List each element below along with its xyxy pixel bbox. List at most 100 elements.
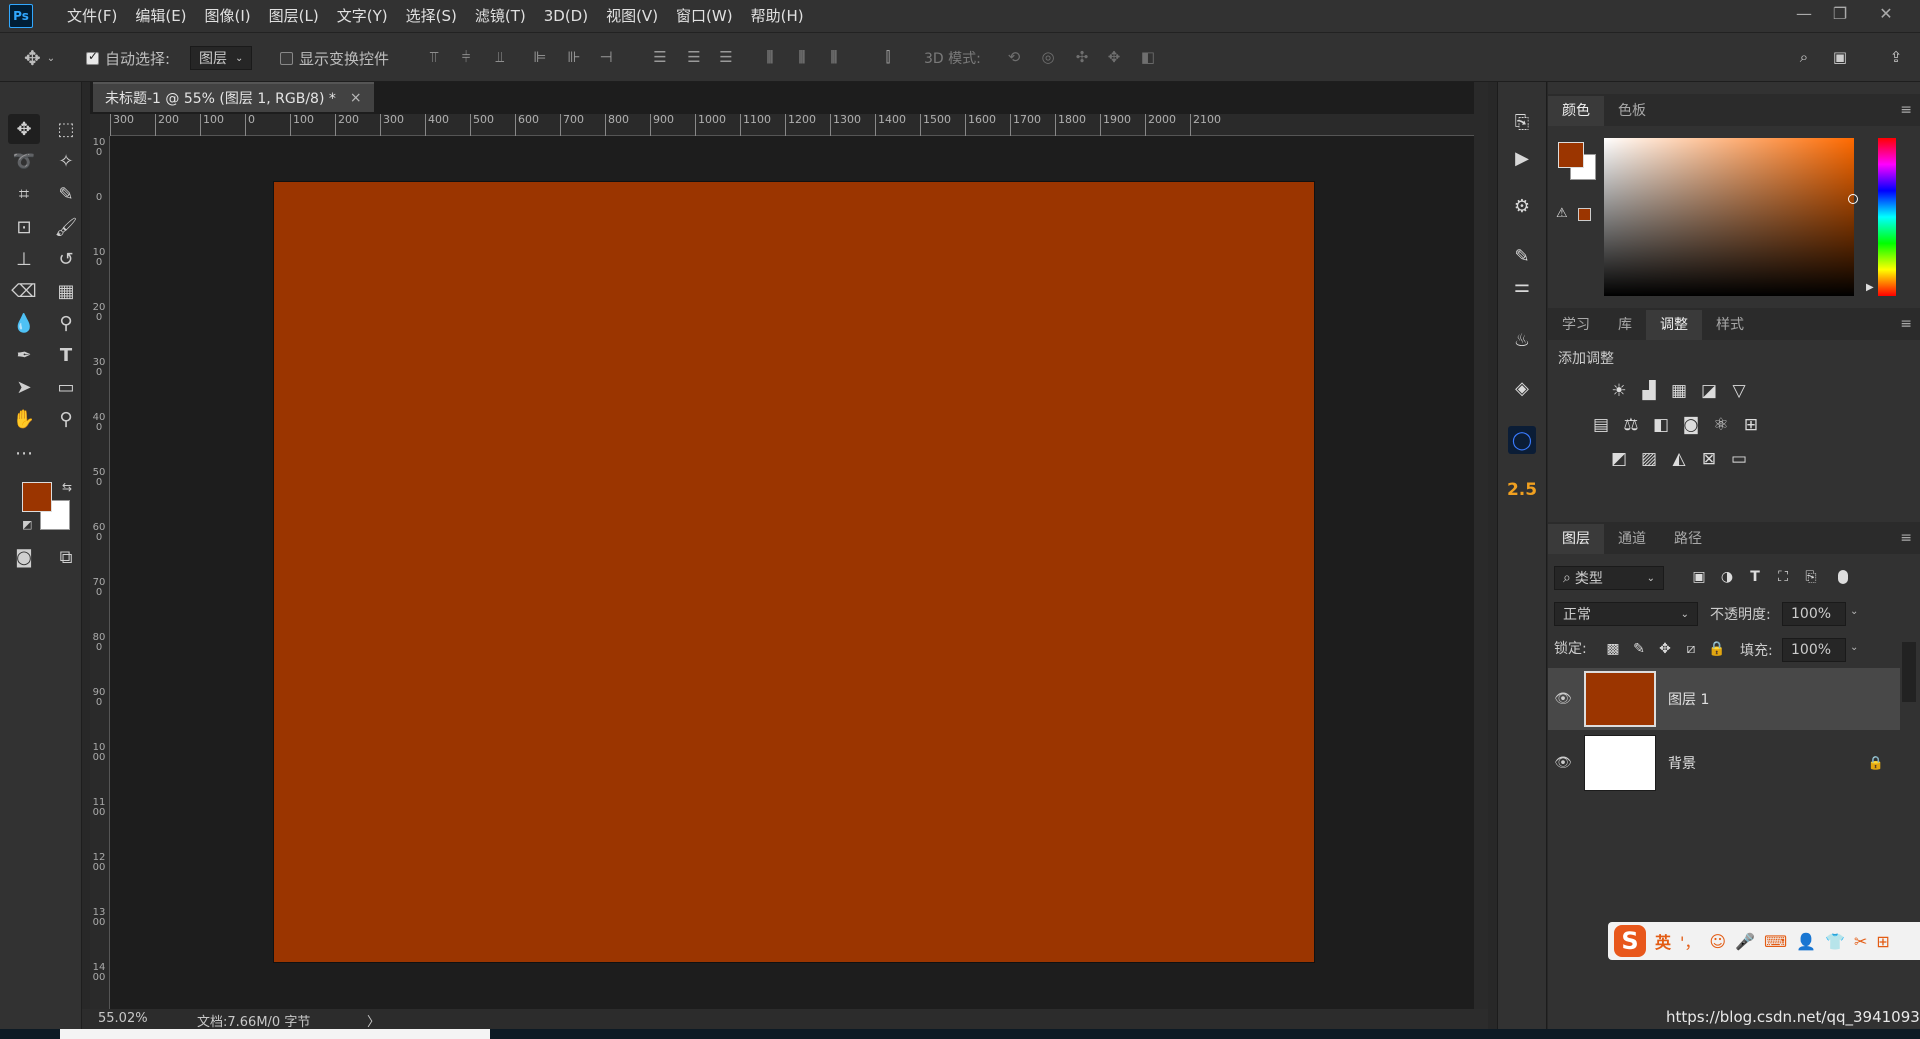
quick-mask-icon[interactable]: ◙ [8, 542, 40, 572]
chevron-down-icon[interactable]: ⌄ [1850, 642, 1858, 653]
hue-slider-handle-icon[interactable]: ▶ [1866, 282, 1874, 293]
default-colors-icon[interactable]: ◩ [22, 518, 32, 531]
posterize-icon[interactable]: ▨ [1638, 448, 1660, 470]
hue-slider[interactable] [1878, 138, 1896, 296]
menu-layer[interactable]: 图层(L) [260, 0, 328, 32]
brush-settings-icon[interactable]: ✎ [1508, 242, 1536, 270]
tab-libraries[interactable]: 库 [1604, 310, 1646, 340]
align-vcenter-icon[interactable]: ⫩ [456, 47, 476, 67]
zoom-level[interactable]: 55.02% [98, 1011, 148, 1026]
menu-window[interactable]: 窗口(W) [667, 0, 742, 32]
eraser-tool-icon[interactable]: ⌫ [8, 276, 40, 306]
hand-tool-icon[interactable]: ✋ [8, 404, 40, 434]
microphone-icon[interactable]: 🎤 [1735, 932, 1755, 951]
chevron-down-icon[interactable]: ⌄ [1850, 606, 1858, 617]
type-tool-icon[interactable]: T [50, 340, 82, 370]
3d-pan-icon[interactable]: ✣ [1072, 47, 1092, 67]
clone-source-icon[interactable]: ♨ [1508, 326, 1536, 354]
layers-icon[interactable]: ◈ [1508, 374, 1536, 402]
blend-mode-dropdown[interactable]: 正常 ⌄ [1554, 602, 1698, 626]
selective-color-icon[interactable]: ⊠ [1698, 448, 1720, 470]
plugin-version-label[interactable]: 2.5 [1507, 476, 1537, 504]
auto-align-icon[interactable]: ⫿ [878, 47, 898, 67]
emoji-icon[interactable]: ☺ [1709, 932, 1726, 951]
filter-toggle[interactable] [1838, 570, 1848, 584]
panel-menu-icon[interactable]: ≡ [1900, 102, 1912, 118]
grid-icon[interactable]: ⊞ [1876, 932, 1889, 951]
color-picker-field[interactable] [1604, 138, 1854, 296]
path-select-tool-icon[interactable]: ➤ [8, 372, 40, 402]
3d-roll-icon[interactable]: ◎ [1038, 47, 1058, 67]
3d-slide-icon[interactable]: ✥ [1104, 47, 1124, 67]
workspace-icon[interactable]: ▣ [1830, 47, 1850, 67]
layer-filter-dropdown[interactable]: ⌕ 类型 ⌄ [1554, 566, 1664, 590]
vibrance-icon[interactable]: ▽ [1728, 380, 1750, 402]
tab-styles[interactable]: 样式 [1702, 310, 1758, 340]
menu-edit[interactable]: 编辑(E) [126, 0, 195, 32]
menu-image[interactable]: 图像(I) [196, 0, 260, 32]
layer-row-background[interactable]: 👁 背景 🔒 [1548, 732, 1900, 794]
filter-smart-object-icon[interactable]: ⎘ [1800, 566, 1822, 588]
scissors-icon[interactable]: ✂ [1854, 932, 1867, 951]
color-picker-cursor[interactable] [1848, 194, 1858, 204]
swap-colors-icon[interactable]: ⇆ [62, 480, 72, 494]
visibility-eye-icon[interactable]: 👁 [1548, 755, 1578, 771]
lasso-tool-icon[interactable]: ➰ [8, 146, 40, 176]
more-tools-icon[interactable]: ⋯ [8, 438, 40, 468]
sogou-logo[interactable]: S [1614, 925, 1646, 957]
gamut-swatch[interactable] [1578, 208, 1591, 221]
menu-filter[interactable]: 滤镜(T) [466, 0, 535, 32]
menu-help[interactable]: 帮助(H) [742, 0, 813, 32]
color-balance-icon[interactable]: ⚖ [1620, 414, 1642, 436]
distribute-hcenter-icon[interactable]: ⫼ [792, 47, 812, 67]
tab-channels[interactable]: 通道 [1604, 524, 1660, 554]
lock-image-icon[interactable]: ✎ [1628, 638, 1650, 660]
gradient-map-icon[interactable]: ▭ [1728, 448, 1750, 470]
keyboard-icon[interactable]: ⌨ [1764, 932, 1787, 951]
lock-position-icon[interactable]: ✥ [1654, 638, 1676, 660]
black-white-icon[interactable]: ◧ [1650, 414, 1672, 436]
hue-saturation-icon[interactable]: ▤ [1590, 414, 1612, 436]
align-bottom-icon[interactable]: ⫫ [490, 47, 510, 67]
history-icon[interactable]: ⎘ [1508, 108, 1536, 136]
magic-wand-tool-icon[interactable]: ✧ [50, 146, 82, 176]
move-tool-icon[interactable]: ✥ [8, 114, 40, 144]
history-brush-tool-icon[interactable]: ↺ [50, 244, 82, 274]
tab-swatches[interactable]: 色板 [1604, 96, 1660, 126]
menu-select[interactable]: 选择(S) [397, 0, 466, 32]
auto-select-checkbox[interactable] [86, 49, 99, 65]
menu-3d[interactable]: 3D(D) [535, 0, 597, 32]
filter-shape-icon[interactable]: ⛶ [1772, 566, 1794, 588]
vertical-ruler[interactable]: 100 0 100 200 300 400 500 600 700 800 900 1000 1100 1… [90, 136, 110, 1009]
panel-menu-icon[interactable]: ≡ [1900, 316, 1912, 332]
close-window-button[interactable]: ✕ [1868, 0, 1904, 26]
horizontal-ruler[interactable]: 300 200 100 0 100 200 300 400 500 600 700 800 900 100… [110, 114, 1474, 136]
distribute-top-icon[interactable]: ☰ [650, 47, 670, 67]
filter-adjustment-icon[interactable]: ◑ [1716, 566, 1738, 588]
plugin-icon[interactable]: ◯ [1508, 426, 1536, 454]
layer-name[interactable]: 背景 [1668, 753, 1696, 773]
actions-play-icon[interactable]: ▶ [1508, 144, 1536, 172]
lock-all-icon[interactable]: 🔒 [1706, 638, 1728, 660]
layer-row-layer-1[interactable]: 👁 图层 1 [1548, 668, 1900, 730]
search-icon[interactable]: ⌕ [1794, 47, 1814, 67]
menu-type[interactable]: 文字(Y) [328, 0, 397, 32]
minimize-button[interactable]: — [1786, 0, 1822, 26]
opacity-input[interactable]: 100% [1782, 602, 1846, 626]
document-tab[interactable]: 未标题-1 @ 55% (图层 1, RGB/8) * × [93, 82, 374, 112]
color-lookup-icon[interactable]: ⊞ [1740, 414, 1762, 436]
distribute-right-icon[interactable]: ⫼ [824, 47, 844, 67]
zoom-tool-icon[interactable]: ⚲ [50, 404, 82, 434]
crop-tool-icon[interactable]: ⌗ [8, 179, 40, 209]
align-top-icon[interactable]: ⫪ [424, 47, 444, 67]
distribute-vcenter-icon[interactable]: ☰ [684, 47, 704, 67]
fill-input[interactable]: 100% [1782, 638, 1846, 662]
brush-tool-icon[interactable]: 🖌 [50, 212, 82, 242]
tab-learn[interactable]: 学习 [1548, 310, 1604, 340]
pen-tool-icon[interactable]: ✒ [8, 340, 40, 370]
marquee-tool-icon[interactable]: ⬚ [50, 114, 82, 144]
tab-color[interactable]: 颜色 [1548, 96, 1604, 126]
stamp-tool-icon[interactable]: ⊥ [8, 244, 40, 274]
lock-artboard-icon[interactable]: ⧄ [1680, 638, 1702, 660]
canvas-layer-1[interactable] [274, 182, 1314, 962]
